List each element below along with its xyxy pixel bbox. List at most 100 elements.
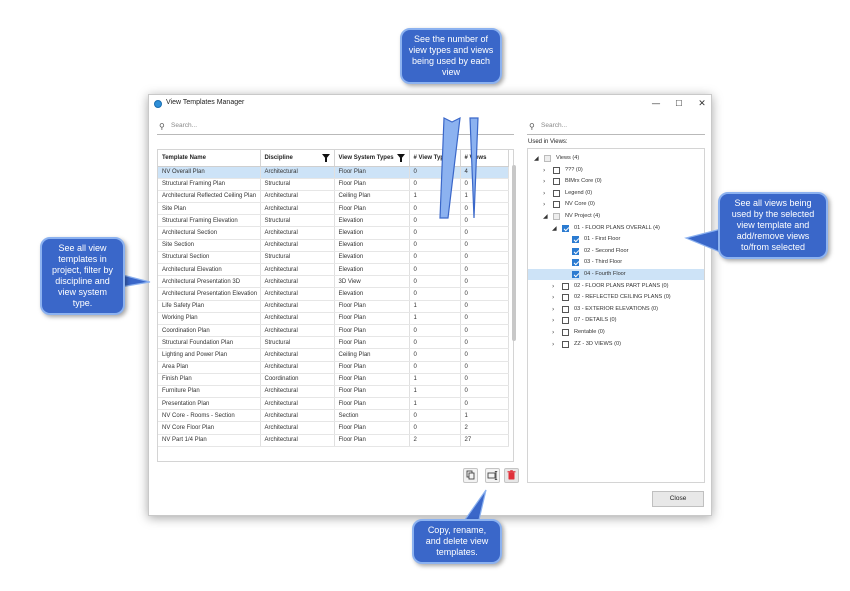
- chevron-right-icon[interactable]: ›: [552, 327, 554, 338]
- filter-icon[interactable]: [321, 154, 330, 162]
- chevron-right-icon[interactable]: ›: [543, 176, 545, 187]
- expanded-arrow-icon[interactable]: ◢: [543, 211, 548, 222]
- chevron-right-icon[interactable]: ›: [552, 292, 554, 303]
- table-scrollbar[interactable]: [512, 165, 516, 341]
- table-row[interactable]: Structural Framing Elevation Structural El…: [158, 214, 509, 228]
- tree-item[interactable]: › Rentable (0): [528, 327, 704, 338]
- table-row[interactable]: Structural Section Structural Elevation 0 0: [158, 251, 509, 265]
- tree-checkbox[interactable]: [553, 189, 560, 197]
- chevron-right-icon[interactable]: ›: [543, 199, 545, 210]
- tree-checkbox[interactable]: [562, 294, 569, 302]
- chevron-right-icon[interactable]: ›: [552, 281, 554, 292]
- header-view-system-types[interactable]: View System Types: [334, 150, 410, 167]
- table-row[interactable]: Area Plan Architectural Floor Plan 0 0: [158, 361, 509, 374]
- tree-checkbox[interactable]: [562, 305, 569, 313]
- tree-checkbox[interactable]: [572, 259, 579, 267]
- tree-checkbox[interactable]: [562, 329, 569, 336]
- table-row[interactable]: Lighting and Power Plan Architectural Ceil…: [158, 348, 509, 362]
- table-row[interactable]: Architectural Reflected Ceiling Plan Arch…: [158, 190, 509, 204]
- template-search-input[interactable]: [171, 122, 471, 129]
- table-row[interactable]: NV Overall Plan Architectural Floor Plan 0 4: [158, 166, 509, 179]
- chevron-right-icon[interactable]: ›: [543, 165, 545, 176]
- views-search-input[interactable]: [541, 122, 701, 129]
- table-row[interactable]: Architectural Elevation Architectural Elev…: [158, 263, 509, 277]
- tree-checkbox[interactable]: [562, 317, 569, 325]
- tree-item[interactable]: › 02 - REFLECTED CEILING PLANS (0): [528, 292, 704, 303]
- chevron-right-icon[interactable]: ›: [552, 339, 554, 350]
- tree-item[interactable]: ◢ NV Project (4): [528, 211, 704, 222]
- tree-checkbox[interactable]: [544, 155, 551, 162]
- tree-item[interactable]: › 03 - EXTERIOR ELEVATIONS (0): [528, 304, 704, 315]
- table-row[interactable]: Coordination Plan Architectural Floor Plan…: [158, 324, 509, 338]
- tree-checkbox[interactable]: [553, 201, 560, 209]
- tree-item[interactable]: 01 - First Floor: [528, 234, 704, 245]
- header-view-types-count[interactable]: # View Types: [409, 150, 461, 167]
- table-row[interactable]: Site Section Architectural Elevation 0 0: [158, 239, 509, 252]
- delete-button[interactable]: [504, 468, 519, 483]
- cell-view-types-count: 1: [409, 312, 461, 325]
- table-row[interactable]: NV Core Floor Plan Architectural Floor Pla…: [158, 421, 509, 435]
- tree-item[interactable]: 03 - Third Floor: [528, 257, 704, 268]
- chevron-right-icon[interactable]: ›: [552, 304, 554, 315]
- tree-item[interactable]: › ZZ - 3D VIEWS (0): [528, 339, 704, 350]
- templates-table-container: Template Name Discipline View System Typ…: [157, 149, 514, 462]
- cell-template-name: Architectural Reflected Ceiling Plan: [158, 190, 261, 204]
- close-button[interactable]: Close: [652, 491, 704, 507]
- table-row[interactable]: Architectural Presentation 3D Architectur…: [158, 275, 509, 289]
- tree-checkbox[interactable]: [553, 213, 560, 220]
- tree-checkbox[interactable]: [572, 236, 579, 244]
- table-row[interactable]: NV Part 1/4 Plan Architectural Floor Plan 2…: [158, 434, 509, 447]
- tree-checkbox[interactable]: [553, 178, 560, 186]
- tree-checkbox[interactable]: [553, 166, 560, 174]
- tree-item[interactable]: › 07 - DETAILS (0): [528, 315, 704, 326]
- filter-icon[interactable]: [396, 154, 405, 162]
- table-row[interactable]: Furniture Plan Architectural Floor Plan 1 0: [158, 385, 509, 399]
- tree-item[interactable]: 04 - Fourth Floor: [528, 269, 704, 280]
- copy-button[interactable]: [463, 468, 478, 483]
- table-row[interactable]: Life Safety Plan Architectural Floor Plan 1…: [158, 300, 509, 313]
- header-views-count[interactable]: # Views: [460, 150, 509, 167]
- table-row[interactable]: Architectural Section Architectural Elevat…: [158, 226, 509, 240]
- tree-item[interactable]: › 02 - FLOOR PLANS PART PLANS (0): [528, 281, 704, 292]
- tree-checkbox[interactable]: [562, 282, 569, 290]
- header-template-name[interactable]: Template Name: [158, 150, 261, 167]
- callout-templates-list: See all view templates in project, filte…: [40, 237, 125, 315]
- chevron-right-icon[interactable]: ›: [552, 315, 554, 326]
- table-header-row: Template Name Discipline View System Typ…: [158, 150, 509, 167]
- tree-item[interactable]: ◢ Views (4): [528, 153, 704, 164]
- tree-item[interactable]: › Legend (0): [528, 188, 704, 199]
- table-row[interactable]: Presentation Plan Architectural Floor Plan…: [158, 397, 509, 411]
- minimize-button[interactable]: —: [645, 97, 667, 111]
- window-title: View Templates Manager: [166, 99, 245, 106]
- table-row[interactable]: Working Plan Architectural Floor Plan 1 0: [158, 312, 509, 325]
- table-row[interactable]: Architectural Presentation Elevation Arch…: [158, 287, 509, 301]
- tree-item[interactable]: ◢ 01 - FLOOR PLANS OVERALL (4): [528, 223, 704, 234]
- chevron-right-icon[interactable]: ›: [543, 188, 545, 199]
- tree-checkbox[interactable]: [562, 224, 569, 232]
- table-row[interactable]: Structural Framing Plan Structural Floor P…: [158, 178, 509, 191]
- rename-button[interactable]: [485, 468, 500, 483]
- cell-view-types-count: 1: [409, 373, 461, 386]
- table-row[interactable]: Structural Foundation Plan Structural Floo…: [158, 336, 509, 350]
- expanded-arrow-icon[interactable]: ◢: [534, 153, 539, 164]
- cell-view-system-type: Elevation: [334, 214, 410, 228]
- expanded-arrow-icon[interactable]: ◢: [552, 223, 557, 234]
- tree-checkbox[interactable]: [562, 340, 569, 348]
- tree-item[interactable]: › ??? (0): [528, 165, 704, 176]
- tree-item[interactable]: › BIMrx Core (0): [528, 176, 704, 187]
- cell-template-name: NV Part 1/4 Plan: [158, 434, 261, 447]
- tree-checkbox[interactable]: [572, 247, 579, 255]
- table-row[interactable]: NV Core - Rooms - Section Architectural Se…: [158, 409, 509, 423]
- cell-template-name: Area Plan: [158, 361, 261, 374]
- close-window-button[interactable]: ✕: [691, 97, 713, 111]
- tree-item[interactable]: › NV Core (0): [528, 199, 704, 210]
- tree-item-label: Rentable (0): [574, 329, 605, 335]
- header-discipline[interactable]: Discipline: [260, 150, 335, 167]
- search-icon: ⚲: [529, 122, 535, 131]
- table-row[interactable]: Site Plan Architectural Floor Plan 0 0: [158, 202, 509, 216]
- cell-view-system-type: Floor Plan: [334, 434, 410, 447]
- tree-checkbox[interactable]: [572, 271, 579, 278]
- tree-item[interactable]: 02 - Second Floor: [528, 246, 704, 257]
- maximize-button[interactable]: ☐: [668, 97, 690, 111]
- table-row[interactable]: Finish Plan Coordination Floor Plan 1 0: [158, 373, 509, 386]
